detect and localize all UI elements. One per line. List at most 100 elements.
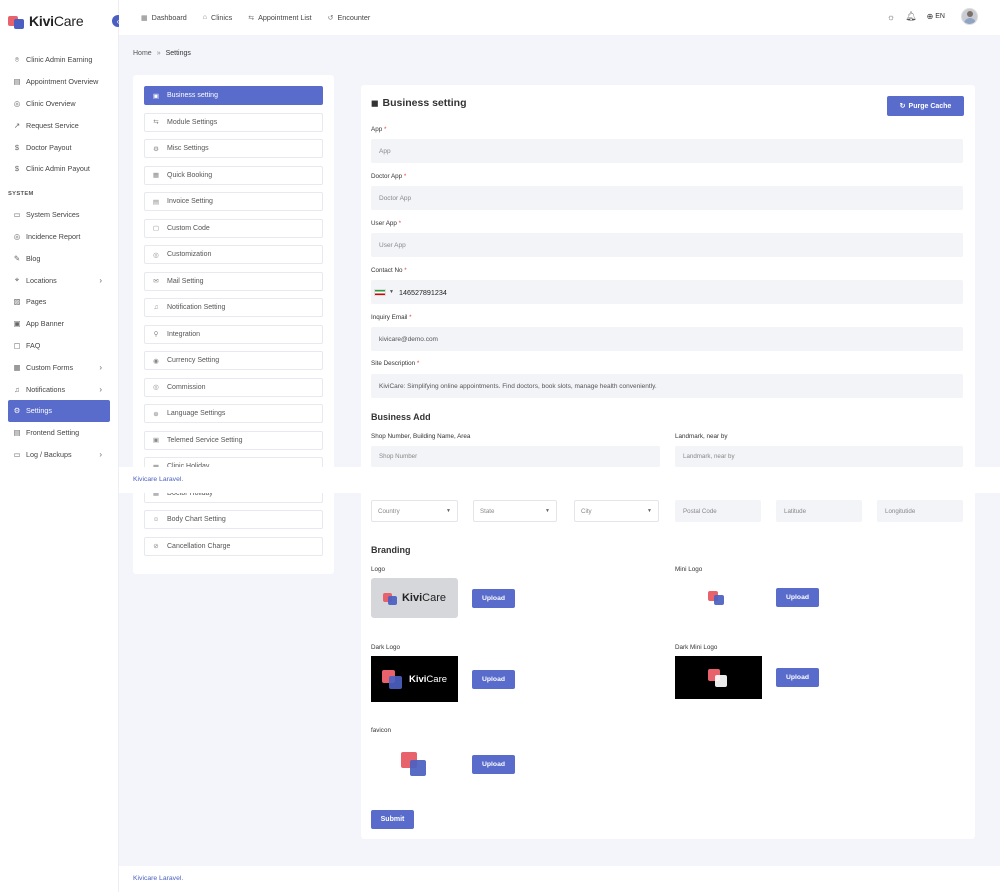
mini-logo-upload-button[interactable]: Upload <box>776 588 819 607</box>
longitude-input[interactable]: Longitutide <box>877 500 963 522</box>
settings-tab-cancellation-charge[interactable]: ⊘ Cancellation Charge <box>144 536 323 556</box>
location-icon: ◎ <box>13 98 21 108</box>
app-label: App * <box>371 126 387 133</box>
site-description-input[interactable]: KiviCare: Simplifying online appointment… <box>371 374 963 398</box>
settings-tab-module-settings[interactable]: ⇆ Module Settings <box>144 112 323 132</box>
sun-icon[interactable]: ☼ <box>887 12 895 22</box>
list-icon: ⇆ <box>248 14 255 22</box>
contact-value: 146527891234 <box>398 287 447 297</box>
avatar[interactable] <box>961 8 978 25</box>
settings-tab-label: Integration <box>167 330 201 338</box>
logo[interactable]: KiviCare ‹ <box>0 0 124 42</box>
settings-tab-customization[interactable]: ◎ Customization <box>144 245 323 264</box>
sidebar-item-system-services[interactable]: ▭ System Services <box>8 204 110 226</box>
contact-input[interactable]: ▼ 146527891234 <box>371 280 963 304</box>
postal-code-input[interactable]: Postal Code <box>675 500 761 522</box>
box-icon: ◼ <box>371 97 379 108</box>
settings-tab-integration[interactable]: ⚲ Integration <box>144 324 323 344</box>
settings-tab-quick-booking[interactable]: ▦ Quick Booking <box>144 165 323 185</box>
iran-flag-icon[interactable] <box>374 288 386 296</box>
landmark-input[interactable]: Landmark, near by <box>675 446 963 467</box>
landmark-label: Landmark, near by <box>675 433 728 440</box>
settings-tab-business-setting[interactable]: ▣ Business setting <box>144 86 323 105</box>
doctor-app-input[interactable]: Doctor App <box>371 186 963 210</box>
latitude-input[interactable]: Latitude <box>776 500 862 522</box>
settings-tab-invoice-setting[interactable]: ▤ Invoice Setting <box>144 192 323 211</box>
sidebar-item-app-banner[interactable]: ▣ App Banner <box>8 313 110 335</box>
sidebar-item-notifications[interactable]: ♫ Notifications › <box>8 378 110 400</box>
topnav-encounter[interactable]: ↺ Encounter <box>328 13 371 22</box>
language-label: EN <box>935 13 945 20</box>
language-selector[interactable]: ⊕ EN <box>927 12 945 21</box>
topnav-appointment-list[interactable]: ⇆ Appointment List <box>248 13 311 22</box>
dark-mini-logo-upload-button[interactable]: Upload <box>776 668 819 687</box>
sidebar-item-frontend-setting[interactable]: ▤ Frontend Setting <box>8 422 110 444</box>
settings-tab-misc-settings[interactable]: ⚙ Misc Settings <box>144 139 323 158</box>
footer-text[interactable]: Kivicare Laravel. <box>133 875 183 882</box>
kivicare-logo-icon <box>8 13 25 30</box>
favicon-upload-button[interactable]: Upload <box>472 755 515 774</box>
settings-tab-label: Cancellation Charge <box>167 542 231 550</box>
settings-tab-mail-setting[interactable]: ✉ Mail Setting <box>144 271 323 291</box>
sidebar-item-log-backups[interactable]: ▭ Log / Backups › <box>8 444 110 466</box>
user-app-label: User App * <box>371 220 402 227</box>
favicon-label: favicon <box>371 727 391 734</box>
sidebar-item-incidence-report[interactable]: ◎ Incidence Report <box>8 226 110 248</box>
sidebar-item-faq[interactable]: ▢ FAQ <box>8 335 110 357</box>
sidebar-item-settings[interactable]: ⚙ Settings <box>8 399 110 422</box>
grid-icon: ▦ <box>141 14 148 22</box>
mail-icon: ✉ <box>153 278 159 285</box>
country-select[interactable]: Country ▼ <box>371 500 458 522</box>
bell-icon: ♫ <box>14 384 20 394</box>
sidebar-item-label: Clinic Overview <box>26 98 76 108</box>
map-pin-icon: ⌖ <box>14 275 20 285</box>
settings-tab-commission[interactable]: ◎ Commission <box>144 377 323 397</box>
app-input[interactable]: App <box>371 139 963 163</box>
topnav-clinics[interactable]: ⌂ Clinics <box>203 13 232 22</box>
sidebar-item-label: Doctor Payout <box>26 142 72 152</box>
settings-tab-label: Currency Setting <box>167 357 220 364</box>
cancel-icon: ⊘ <box>153 543 159 550</box>
settings-tab-label: Notification Setting <box>167 304 226 311</box>
user-app-input[interactable]: User App <box>371 233 963 257</box>
sidebar-item-blog[interactable]: ✎ Blog <box>8 247 110 269</box>
settings-tab-custom-code[interactable]: ▢ Custom Code <box>144 218 323 238</box>
bell-icon[interactable]: 🔔︎ <box>905 11 916 22</box>
mini-logo-label: Mini Logo <box>675 566 703 573</box>
settings-tab-label: Language Settings <box>167 410 226 417</box>
logo-upload-button[interactable]: Upload <box>472 589 515 608</box>
banner-icon: ▣ <box>13 319 21 329</box>
sidebar-item-clinic-admin-earning[interactable]: ⌾ Clinic Admin Earning <box>8 49 110 71</box>
submit-button[interactable]: Submit <box>371 810 414 829</box>
sidebar-item-clinic-overview[interactable]: ◎ Clinic Overview <box>8 93 110 115</box>
topnav-dashboard[interactable]: ▦ Dashboard <box>141 13 187 22</box>
dark-logo-upload-button[interactable]: Upload <box>472 670 515 689</box>
settings-tab-telemed-service-setting[interactable]: ▣ Telemed Service Setting <box>144 430 323 450</box>
sidebar-item-label: Clinic Admin Earning <box>26 55 93 65</box>
sidebar-item-request-service[interactable]: ↗ Request Service <box>8 114 110 136</box>
settings-tab-currency-setting[interactable]: ◉ Currency Setting <box>144 351 323 370</box>
settings-tab-notification-setting[interactable]: ♫ Notification Setting <box>144 298 323 317</box>
settings-tab-body-chart-setting[interactable]: ☺ Body Chart Setting <box>144 510 323 529</box>
breadcrumb-home[interactable]: Home <box>133 50 152 57</box>
city-select[interactable]: City ▼ <box>574 500 659 522</box>
sidebar-item-clinic-admin-payout[interactable]: $ Clinic Admin Payout <box>8 158 110 180</box>
sidebar-item-pages[interactable]: ▨ Pages <box>8 291 110 313</box>
purge-cache-button[interactable]: ↻ Purge Cache <box>887 96 964 116</box>
topnav-label: Appointment List <box>258 13 312 22</box>
sidebar-item-appointment-overview[interactable]: ▤ Appointment Overview <box>8 71 110 93</box>
shop-number-input[interactable]: Shop Number <box>371 446 660 467</box>
sidebar-item-label: Blog <box>26 253 41 263</box>
inquiry-email-label: Inquiry Email * <box>371 314 412 321</box>
footer-overlay-text[interactable]: Kivicare Laravel. <box>133 476 183 483</box>
inquiry-email-input[interactable]: kivicare@demo.com <box>371 327 963 351</box>
sidebar-item-custom-forms[interactable]: ▦ Custom Forms › <box>8 356 110 378</box>
settings-tab-language-settings[interactable]: ⊕ Language Settings <box>144 404 323 423</box>
sidebar-item-label: Frontend Setting <box>26 428 80 438</box>
breadcrumb-current: Settings <box>165 50 191 57</box>
settings-tab-label: Module Settings <box>167 118 218 126</box>
sidebar-item-locations[interactable]: ⌖ Locations › <box>8 269 110 291</box>
state-select[interactable]: State ▼ <box>473 500 557 522</box>
kivicare-mini-logo-icon <box>707 667 730 689</box>
sidebar-item-doctor-payout[interactable]: $ Doctor Payout <box>8 136 110 158</box>
